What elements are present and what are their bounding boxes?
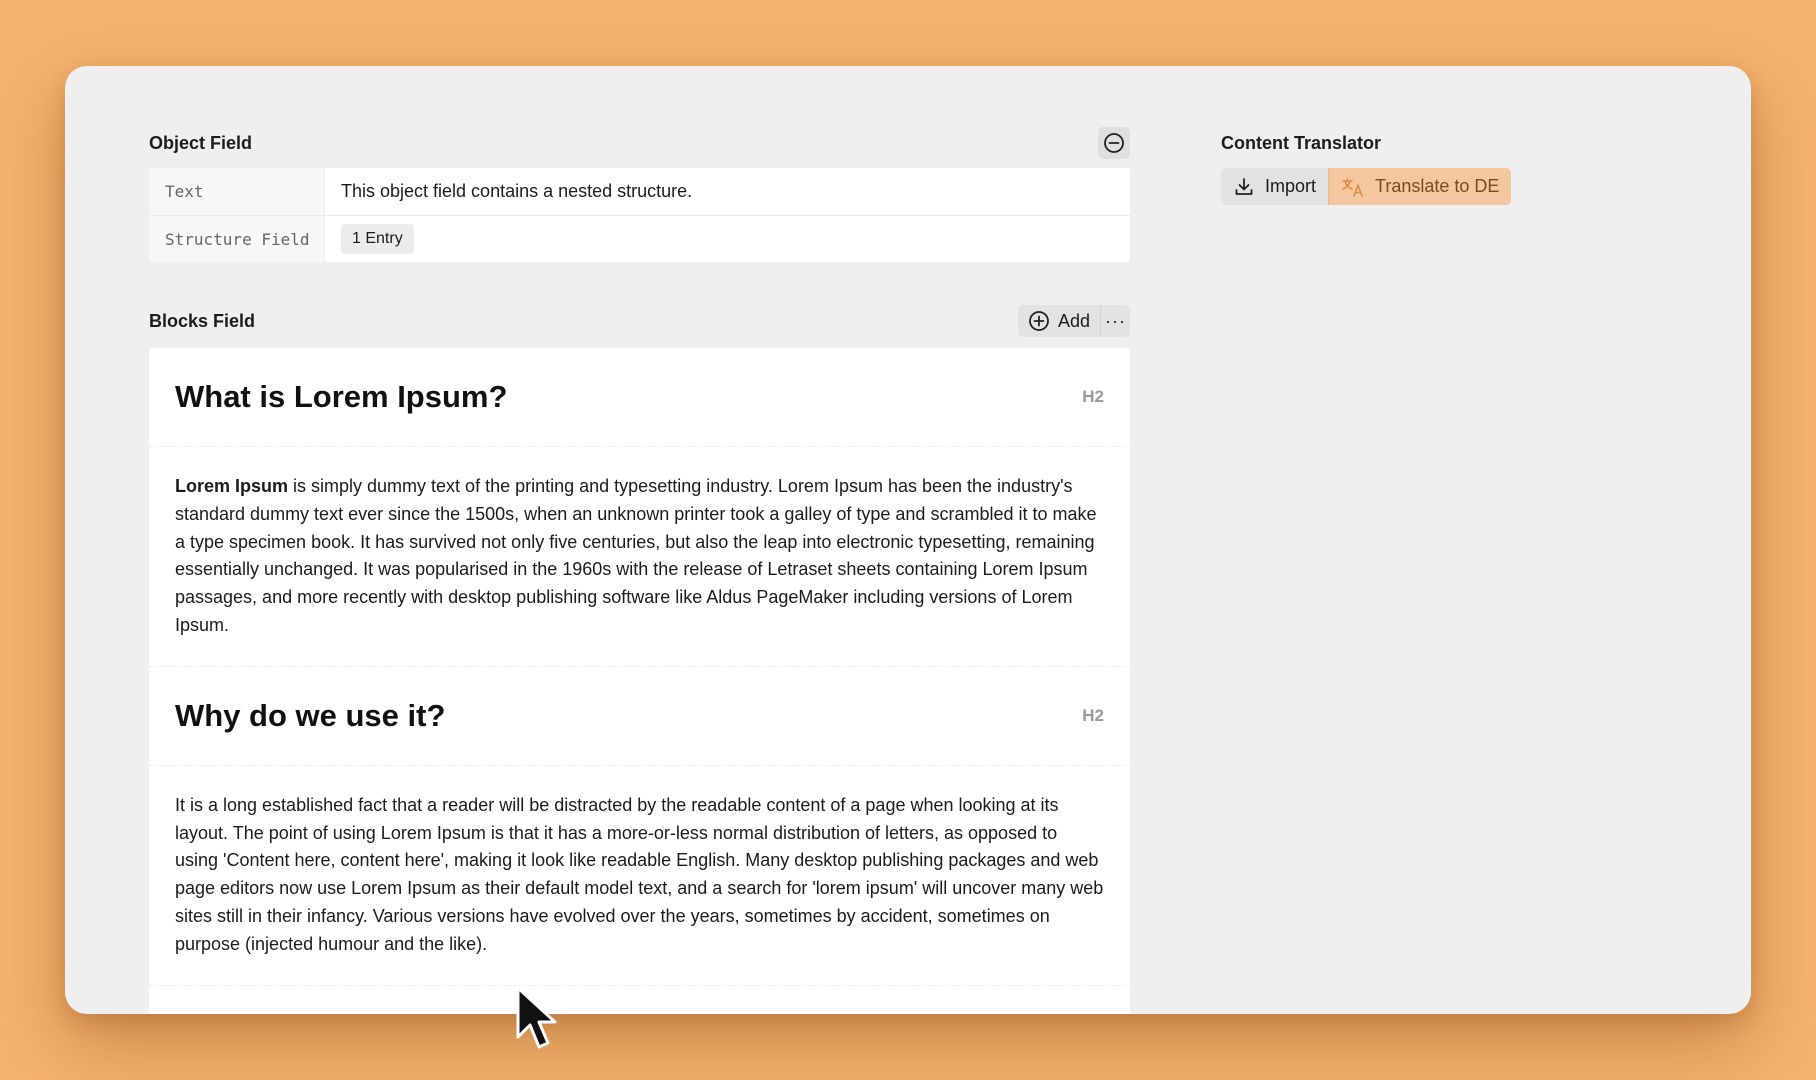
heading-text: What is Lorem Ipsum? (175, 379, 508, 414)
object-field-title: Object Field (149, 132, 253, 153)
heading-block[interactable]: Why do we use it? H2 (149, 667, 1130, 766)
collapse-button[interactable] (1098, 127, 1130, 159)
object-field-row-structure: Structure Field 1 Entry (149, 215, 1130, 262)
text-field-value[interactable]: This object field contains a nested stru… (325, 181, 1130, 202)
minus-circle-icon (1104, 133, 1124, 153)
paragraph-text: is simply dummy text of the printing and… (175, 476, 1097, 635)
translator-actions: Import Translate to DE (1221, 168, 1512, 205)
download-icon (1235, 177, 1253, 195)
add-block-button[interactable]: Add (1018, 305, 1100, 337)
translator-title: Content Translator (1221, 132, 1382, 153)
translate-icon (1342, 177, 1363, 197)
translator-panel: Content Translator Import Translate to D… (1221, 126, 1621, 205)
translator-header: Content Translator (1221, 126, 1621, 160)
blocks-list: What is Lorem Ipsum? H2 Lorem Ipsum is s… (149, 348, 1130, 1014)
translate-button[interactable]: Translate to DE (1328, 168, 1512, 205)
object-field-table: Text This object field contains a nested… (149, 168, 1130, 262)
blocks-toolbar: Add ··· (1017, 305, 1130, 337)
paragraph: Lorem Ipsum is simply dummy text of the … (175, 473, 1104, 640)
heading-level-tag: H2 (1082, 387, 1104, 406)
entry-count-badge[interactable]: 1 Entry (341, 224, 414, 254)
blocks-field-header: Blocks Field Add ··· (149, 304, 1130, 338)
more-options-button[interactable]: ··· (1100, 305, 1130, 337)
heading-level-tag: H2 (1082, 705, 1104, 725)
blocks-field-title: Blocks Field (149, 310, 256, 331)
heading-block[interactable]: What is Lorem Ipsum? H2 (149, 348, 1130, 447)
app-window: Object Field Text This object field cont… (65, 66, 1751, 1014)
text-block[interactable]: Lorem Ipsum is simply dummy text of the … (149, 447, 1130, 667)
import-label: Import (1265, 176, 1317, 196)
object-field-row-text: Text This object field contains a nested… (149, 168, 1130, 215)
field-label-text: Text (149, 168, 325, 215)
text-block[interactable]: It is a long established fact that a rea… (149, 766, 1130, 986)
translate-label: Translate to DE (1375, 176, 1500, 196)
heading-text: Why do we use it? (175, 697, 446, 733)
structure-field-value: 1 Entry (325, 224, 1130, 254)
paragraph: It is a long established fact that a rea… (175, 792, 1104, 959)
import-button[interactable]: Import (1221, 168, 1329, 205)
object-field-header: Object Field (149, 126, 1130, 160)
add-button-label: Add (1057, 310, 1090, 331)
field-label-structure: Structure Field (149, 216, 325, 262)
plus-circle-icon (1029, 311, 1049, 331)
paragraph-text: It is a long established fact that a rea… (175, 794, 1104, 954)
bold-text: Lorem Ipsum (175, 476, 289, 496)
mouse-cursor-icon (516, 986, 557, 1049)
main-column: Object Field Text This object field cont… (149, 126, 1130, 1014)
